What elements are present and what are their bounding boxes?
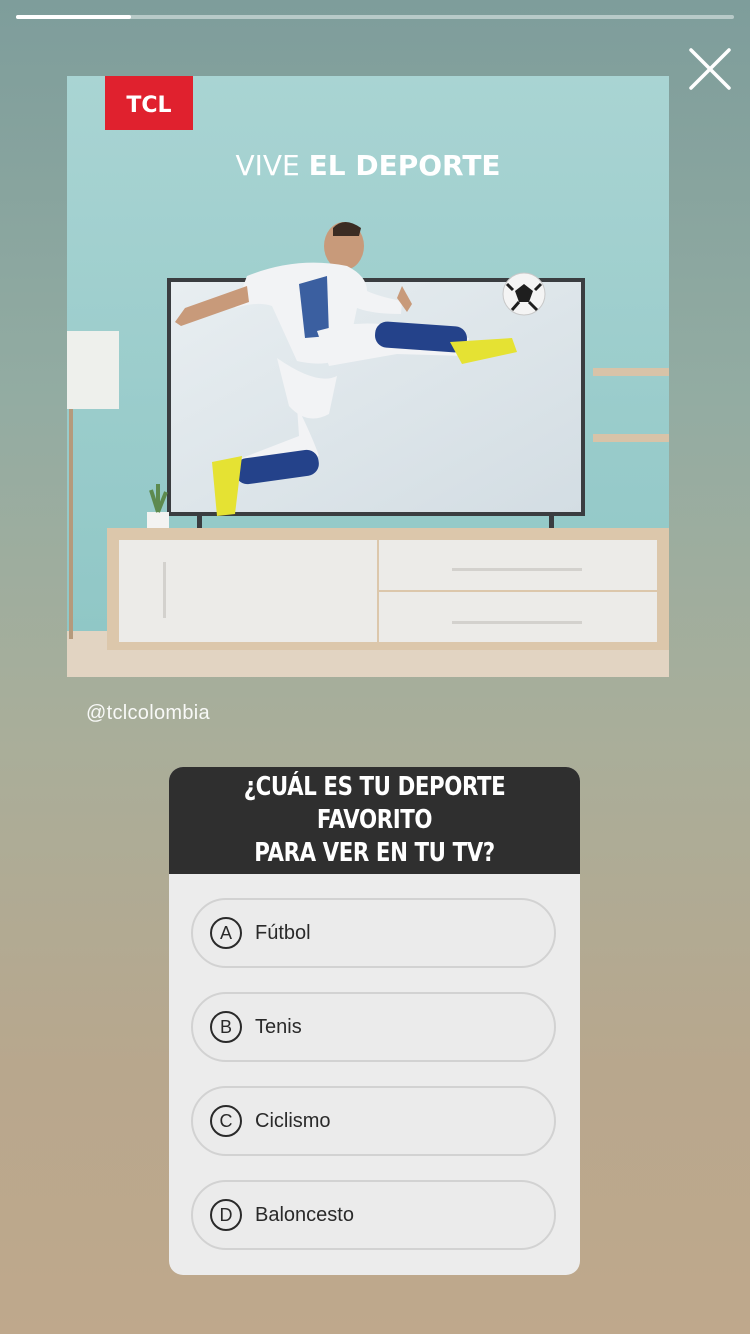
wall-shelf	[593, 434, 669, 442]
soccer-ball-icon	[502, 272, 546, 316]
console-drawer	[379, 592, 657, 642]
option-label: Tenis	[255, 1015, 302, 1038]
option-label: Fútbol	[255, 921, 311, 944]
story-username[interactable]: @tclcolombia	[86, 702, 210, 725]
console-door	[119, 540, 377, 642]
option-letter-badge: B	[210, 1011, 242, 1043]
wall-shelf	[593, 368, 669, 376]
quiz-option-b[interactable]: B Tenis	[191, 992, 556, 1062]
story-progress-fill	[16, 15, 131, 19]
quiz-option-a[interactable]: A Fútbol	[191, 898, 556, 968]
option-label: Ciclismo	[255, 1109, 331, 1132]
story-progress-bar	[16, 15, 734, 19]
console-drawer	[379, 540, 657, 590]
option-letter-badge: D	[210, 1199, 242, 1231]
quiz-sticker: ¿CUÁL ES TU DEPORTE FAVORITO PARA VER EN…	[169, 767, 580, 1275]
lamp-stand	[69, 409, 73, 639]
tcl-logo: TCL	[105, 76, 193, 130]
post-image[interactable]: TCL VIVE EL DEPORTE	[67, 76, 669, 677]
option-letter-badge: A	[210, 917, 242, 949]
svg-text:TCL: TCL	[126, 93, 171, 118]
close-button[interactable]	[686, 45, 734, 93]
console-handle	[452, 621, 582, 624]
lamp-shade	[67, 331, 119, 409]
option-label: Baloncesto	[255, 1203, 354, 1226]
quiz-question: ¿CUÁL ES TU DEPORTE FAVORITO PARA VER EN…	[243, 772, 506, 868]
post-headline: VIVE EL DEPORTE	[235, 149, 500, 182]
console-handle	[452, 568, 582, 571]
quiz-header: ¿CUÁL ES TU DEPORTE FAVORITO PARA VER EN…	[169, 767, 580, 874]
quiz-option-d[interactable]: D Baloncesto	[191, 1180, 556, 1250]
console-handle	[163, 562, 166, 618]
quiz-option-c[interactable]: C Ciclismo	[191, 1086, 556, 1156]
close-icon	[689, 48, 731, 90]
option-letter-badge: C	[210, 1105, 242, 1137]
